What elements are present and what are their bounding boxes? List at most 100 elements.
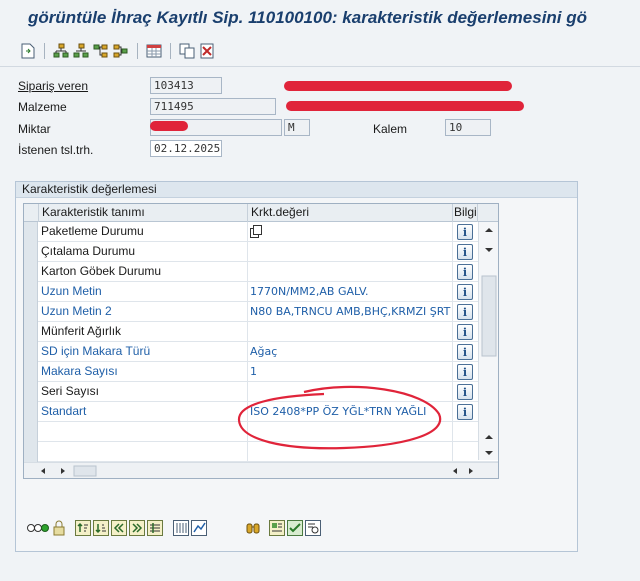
row-selector[interactable]: [24, 262, 38, 282]
table-row[interactable]: Makara Sayısı 1 i: [24, 362, 498, 382]
table-row[interactable]: Karton Göbek Durumu i: [24, 262, 498, 282]
lock-icon[interactable]: [51, 520, 67, 536]
info-icon[interactable]: i: [457, 284, 473, 300]
row-selector[interactable]: [24, 282, 38, 302]
scroll-thumb: [481, 275, 497, 357]
characteristic-value-cell[interactable]: Ağaç: [248, 342, 453, 362]
info-icon[interactable]: i: [457, 364, 473, 380]
characteristic-name-cell: Çıtalama Durumu: [39, 242, 248, 262]
toolbar-separator: [44, 43, 45, 59]
column-header-karakteristik[interactable]: Karakteristik tanımı: [39, 204, 248, 222]
info-icon[interactable]: i: [457, 304, 473, 320]
row-selector[interactable]: [24, 442, 38, 462]
display-document-icon[interactable]: [20, 43, 36, 59]
characteristic-name-cell: Makara Sayısı: [39, 362, 248, 382]
copy-icon[interactable]: [179, 43, 195, 59]
select-block-icon[interactable]: [147, 520, 163, 536]
group-tree-icon[interactable]: [93, 43, 109, 59]
table-toolbar: [27, 518, 321, 538]
characteristic-name-cell: Uzun Metin: [39, 282, 248, 302]
info-cell: i: [453, 402, 477, 422]
delete-document-icon[interactable]: [199, 43, 215, 59]
row-selector[interactable]: [24, 362, 38, 382]
info-cell: i: [453, 342, 477, 362]
details-icon[interactable]: [269, 520, 285, 536]
info-icon[interactable]: i: [457, 344, 473, 360]
application-toolbar: [20, 40, 215, 62]
miktar-unit-field[interactable]: M: [284, 119, 310, 136]
characteristic-value-cell[interactable]: [248, 242, 453, 262]
status-light-icon: [27, 520, 49, 536]
scroll-left-icon: [453, 468, 457, 474]
info-cell: i: [453, 302, 477, 322]
characteristic-value-cell[interactable]: [248, 322, 453, 342]
malzeme-field[interactable]: 711495: [150, 98, 276, 115]
row-selector[interactable]: [24, 222, 38, 242]
info-icon[interactable]: i: [457, 244, 473, 260]
row-selector[interactable]: [24, 242, 38, 262]
row-selector[interactable]: [24, 382, 38, 402]
column-header-krkt-degeri[interactable]: Krkt.değeri: [248, 204, 453, 222]
value-assignment-icon[interactable]: [305, 520, 321, 536]
row-selector[interactable]: [24, 342, 38, 362]
group-tree-alt-icon[interactable]: [113, 43, 129, 59]
scroll-up-icon: [485, 228, 493, 232]
scroll-right-icon: [61, 468, 65, 474]
row-selector[interactable]: [24, 422, 38, 442]
info-icon[interactable]: i: [457, 264, 473, 280]
characteristic-value-cell[interactable]: [248, 262, 453, 282]
table-row[interactable]: Münferit Ağırlık i: [24, 322, 498, 342]
scroll-down-icon: [485, 248, 493, 252]
redaction-mark: [286, 101, 524, 111]
select-all-cell[interactable]: [24, 204, 39, 222]
table-row[interactable]: Paketleme Durumu i: [24, 222, 498, 242]
table-settings-icon[interactable]: [146, 43, 162, 59]
info-icon[interactable]: i: [457, 404, 473, 420]
info-cell: i: [453, 222, 477, 242]
row-selector[interactable]: [24, 302, 38, 322]
scroll-left-icon: [41, 468, 45, 474]
row-selector[interactable]: [24, 322, 38, 342]
copy-value-icon[interactable]: [250, 225, 263, 238]
info-cell: i: [453, 362, 477, 382]
table-row[interactable]: SD için Makara Türü Ağaç i: [24, 342, 498, 362]
characteristic-name-cell: [39, 422, 248, 442]
table-row[interactable]: Çıtalama Durumu i: [24, 242, 498, 262]
kalem-field[interactable]: 10: [445, 119, 491, 136]
info-icon[interactable]: i: [457, 384, 473, 400]
last-page-icon[interactable]: [129, 520, 145, 536]
characteristic-value-cell[interactable]: 1770N/MM2,AB GALV.: [248, 282, 453, 302]
scroll-thumb: [73, 465, 97, 477]
horizontal-scrollbar[interactable]: [24, 462, 498, 478]
info-cell: i: [453, 282, 477, 302]
first-page-icon[interactable]: [111, 520, 127, 536]
info-cell: i: [453, 382, 477, 402]
toolbar-separator: [170, 43, 171, 59]
hierarchy-icon[interactable]: [53, 43, 69, 59]
characteristic-name-cell: Paketleme Durumu: [39, 222, 248, 242]
hierarchy-expand-icon[interactable]: [73, 43, 89, 59]
find-icon[interactable]: [245, 520, 261, 536]
info-cell: [453, 442, 477, 462]
sort-descending-icon[interactable]: [93, 520, 109, 536]
istenen-tsl-trh-field[interactable]: 02.12.2025: [150, 140, 222, 157]
malzeme-label: Malzeme: [18, 100, 67, 114]
info-icon[interactable]: i: [457, 324, 473, 340]
column-header-bilgi[interactable]: Bilgi: [453, 204, 478, 222]
table-row[interactable]: Uzun Metin 1770N/MM2,AB GALV. i: [24, 282, 498, 302]
redaction-mark: [150, 121, 188, 131]
sort-ascending-icon[interactable]: [75, 520, 91, 536]
check-values-icon[interactable]: [287, 520, 303, 536]
info-icon[interactable]: i: [457, 224, 473, 240]
characteristic-value-cell[interactable]: 1: [248, 362, 453, 382]
vertical-scrollbar[interactable]: [478, 222, 498, 460]
column-config-icon[interactable]: [173, 520, 189, 536]
chart-icon[interactable]: [191, 520, 207, 536]
siparis-veren-field[interactable]: 103413: [150, 77, 222, 94]
row-selector[interactable]: [24, 402, 38, 422]
scroll-up-icon: [485, 435, 493, 439]
characteristic-value-cell[interactable]: N80 BA,TRNCU AMB,BHÇ,KRMZI ŞRT: [248, 302, 453, 322]
toolbar-separator: [137, 43, 138, 59]
table-row[interactable]: Uzun Metin 2 N80 BA,TRNCU AMB,BHÇ,KRMZI Ş…: [24, 302, 498, 322]
characteristic-value-cell[interactable]: [248, 222, 453, 242]
